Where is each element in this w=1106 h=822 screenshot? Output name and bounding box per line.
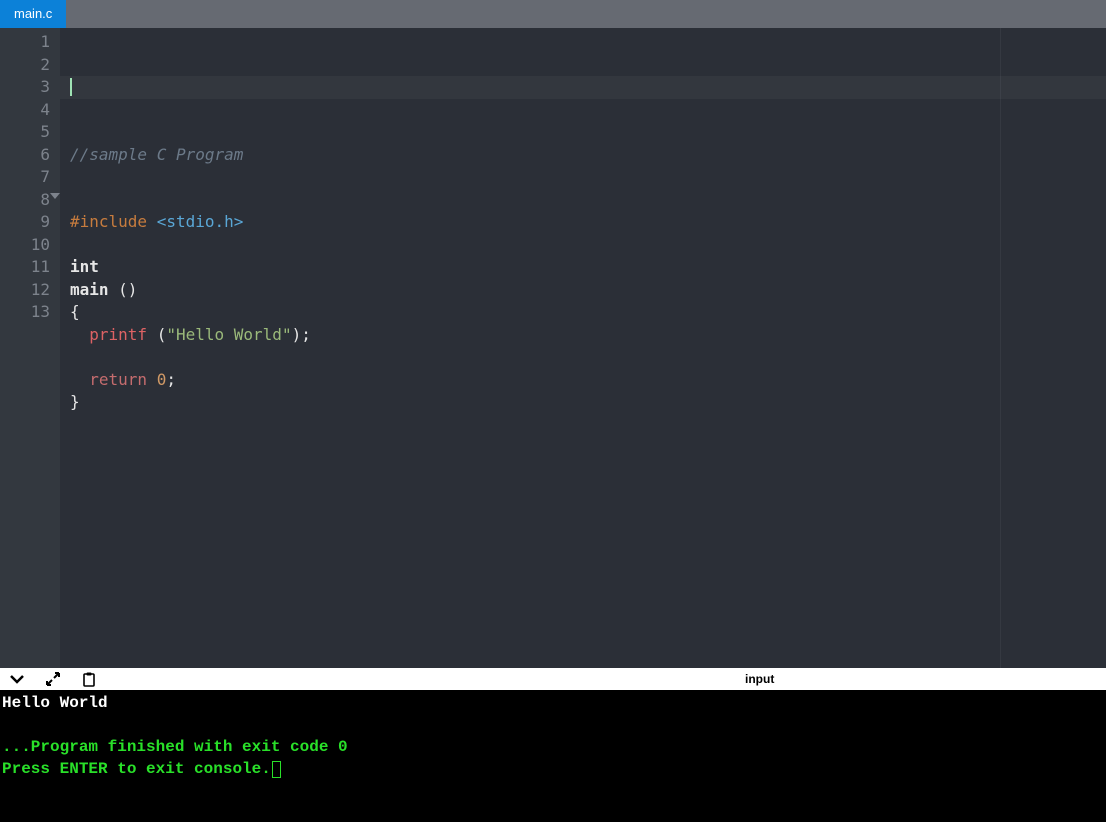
line-number: 9 bbox=[0, 211, 50, 234]
line-number: 5 bbox=[0, 121, 50, 144]
console-finished-message: ...Program finished with exit code 0 bbox=[2, 738, 348, 756]
line-number: 8 bbox=[0, 189, 50, 212]
console-stdout: Hello World bbox=[2, 694, 108, 712]
console-toolbar: input bbox=[0, 668, 1106, 690]
input-label: input bbox=[745, 672, 774, 686]
code-line[interactable] bbox=[70, 346, 1106, 369]
tab-label: main.c bbox=[14, 0, 52, 28]
code-line[interactable]: #include <stdio.h> bbox=[70, 211, 1106, 234]
current-line-highlight bbox=[60, 76, 1106, 99]
code-line[interactable] bbox=[70, 234, 1106, 257]
code-line[interactable]: return 0; bbox=[70, 369, 1106, 392]
code-line[interactable]: main () bbox=[70, 279, 1106, 302]
console-prompt: Press ENTER to exit console. bbox=[2, 760, 271, 778]
tab-main-c[interactable]: main.c bbox=[0, 0, 66, 28]
code-line[interactable]: int bbox=[70, 256, 1106, 279]
line-number: 2 bbox=[0, 54, 50, 77]
line-number: 12 bbox=[0, 279, 50, 302]
code-area[interactable]: //sample C Program #include <stdio.h> intm… bbox=[60, 28, 1106, 668]
code-editor[interactable]: 12345678910111213 //sample C Program#inc… bbox=[0, 28, 1106, 668]
line-number: 3 bbox=[0, 76, 50, 99]
code-line[interactable] bbox=[70, 166, 1106, 189]
code-line[interactable] bbox=[70, 414, 1106, 437]
text-cursor bbox=[70, 78, 72, 96]
line-number-gutter: 12345678910111213 bbox=[0, 28, 60, 668]
line-number: 10 bbox=[0, 234, 50, 257]
line-number: 13 bbox=[0, 301, 50, 324]
code-line[interactable]: //sample C Program bbox=[70, 144, 1106, 167]
code-line[interactable]: } bbox=[70, 391, 1106, 414]
expand-icon[interactable] bbox=[44, 670, 62, 688]
print-margin bbox=[1000, 28, 1001, 668]
line-number: 6 bbox=[0, 144, 50, 167]
tab-bar: main.c bbox=[0, 0, 1106, 28]
console-cursor bbox=[272, 761, 281, 778]
line-number: 7 bbox=[0, 166, 50, 189]
chevron-down-icon[interactable] bbox=[8, 670, 26, 688]
line-number: 1 bbox=[0, 31, 50, 54]
fold-marker-icon[interactable] bbox=[50, 193, 60, 199]
clipboard-icon[interactable] bbox=[80, 670, 98, 688]
line-number: 11 bbox=[0, 256, 50, 279]
code-line[interactable]: { bbox=[70, 301, 1106, 324]
line-number: 4 bbox=[0, 99, 50, 122]
code-line[interactable]: printf ("Hello World"); bbox=[70, 324, 1106, 347]
console-output[interactable]: Hello World ...Program finished with exi… bbox=[0, 690, 1106, 822]
code-line[interactable] bbox=[70, 189, 1106, 212]
